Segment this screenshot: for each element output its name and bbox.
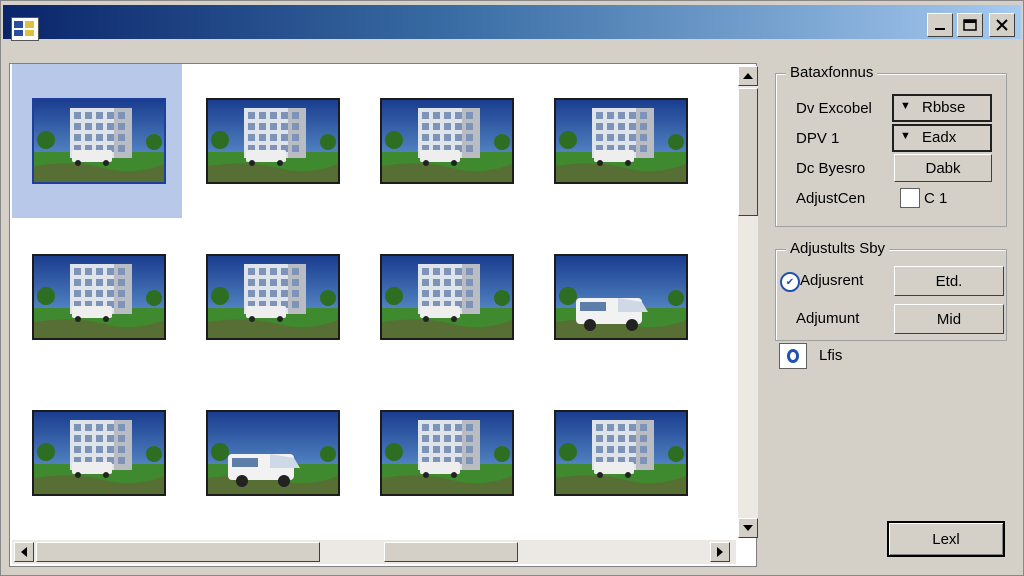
thumbnail-image xyxy=(34,256,164,338)
setting-label-1: Dv Excobel xyxy=(796,100,872,117)
scroll-down-button[interactable] xyxy=(738,518,758,538)
thumbnail-frame xyxy=(554,410,688,496)
thumbnail-item[interactable] xyxy=(360,64,530,218)
minimize-icon xyxy=(935,28,945,30)
thumbnail-image xyxy=(556,100,686,182)
close-button[interactable] xyxy=(989,13,1015,37)
thumbnail-item[interactable] xyxy=(12,376,182,530)
adjustment-button-1[interactable]: Etd. xyxy=(894,266,1004,296)
thumbnail-image xyxy=(34,412,164,494)
vertical-scroll-thumb[interactable] xyxy=(738,88,758,216)
thumbnail-frame xyxy=(380,254,514,340)
setting-dropdown-2[interactable]: ▼ Eadx xyxy=(892,124,992,152)
setting-button[interactable]: Dabk xyxy=(894,154,992,182)
arrow-up-icon xyxy=(743,73,753,79)
scroll-up-button[interactable] xyxy=(738,66,758,86)
setting-label-3: Dc Byesro xyxy=(796,160,866,177)
thumbnail-frame xyxy=(32,98,166,184)
arrow-down-icon xyxy=(743,525,753,531)
adjustment-label-1: Adjusrent xyxy=(800,272,864,289)
thumbnail-item[interactable] xyxy=(186,64,356,218)
maximize-icon xyxy=(963,19,977,31)
thumbnail-image xyxy=(382,100,512,182)
primary-button[interactable]: Lexl xyxy=(887,521,1005,557)
thumbnail-frame xyxy=(32,254,166,340)
minimize-button[interactable] xyxy=(927,13,953,37)
app-icon[interactable] xyxy=(11,17,39,41)
thumbnail-item[interactable] xyxy=(12,64,182,218)
thumbnail-item[interactable] xyxy=(534,376,704,530)
thumbnail-image xyxy=(556,256,686,338)
thumbnail-image xyxy=(556,412,686,494)
settings-group-legend: Bataxfonnus xyxy=(786,64,878,81)
thumbnail-item[interactable] xyxy=(360,220,530,374)
thumbnail-image xyxy=(208,256,338,338)
adjustment-button-2[interactable]: Mid xyxy=(894,304,1004,334)
dropdown-value: Rbbse xyxy=(922,99,966,116)
horizontal-scroll-thumb-left[interactable] xyxy=(36,542,320,562)
thumbnail-frame xyxy=(554,98,688,184)
thumbnail-image xyxy=(208,100,338,182)
thumbnail-image xyxy=(382,412,512,494)
thumbnail-frame xyxy=(32,410,166,496)
dropdown-arrow-icon: ▼ xyxy=(900,100,911,112)
thumbnail-item[interactable] xyxy=(186,220,356,374)
title-bar[interactable] xyxy=(3,5,1021,41)
thumbnail-frame xyxy=(206,254,340,340)
thumbnail-pane xyxy=(9,63,758,567)
adjustment-radio-1[interactable]: ✔ xyxy=(780,272,800,292)
thumbnail-item[interactable] xyxy=(12,220,182,374)
scroll-left-button[interactable] xyxy=(14,542,34,562)
list-option-toggle[interactable] xyxy=(779,343,807,369)
app-window: Bataxfonnus Dv Excobel DPV 1 Dc Byesro A… xyxy=(0,0,1024,576)
list-option-label: Lfis xyxy=(819,347,843,364)
settings-group: Bataxfonnus Dv Excobel DPV 1 Dc Byesro A… xyxy=(775,64,1007,227)
horizontal-scrollbar[interactable] xyxy=(12,540,736,564)
arrow-left-icon xyxy=(21,547,27,557)
thumbnail-frame xyxy=(554,254,688,340)
setting-label-2: DPV 1 xyxy=(796,130,840,147)
horizontal-scroll-thumb-right[interactable] xyxy=(384,542,518,562)
vertical-scrollbar[interactable] xyxy=(738,66,758,538)
thumbnail-frame xyxy=(206,98,340,184)
thumbnail-item[interactable] xyxy=(534,220,704,374)
circle-icon xyxy=(787,349,799,363)
maximize-button[interactable] xyxy=(957,13,983,37)
thumbnail-image xyxy=(208,412,338,494)
thumbnail-item[interactable] xyxy=(360,376,530,530)
close-icon xyxy=(996,19,1008,31)
adjustments-group-legend: Adjustults Sby xyxy=(786,240,890,257)
thumbnail-frame xyxy=(380,410,514,496)
checkbox-label: C 1 xyxy=(924,190,948,207)
thumbnail-frame xyxy=(380,98,514,184)
dropdown-value: Eadx xyxy=(922,129,957,146)
setting-checkbox[interactable] xyxy=(900,188,920,208)
thumbnail-item[interactable] xyxy=(186,376,356,530)
scroll-right-button[interactable] xyxy=(710,542,730,562)
setting-label-4: AdjustCen xyxy=(796,190,866,207)
adjustment-label-2: Adjumunt xyxy=(796,310,860,327)
adjustments-group: Adjustults Sby ✔ Adjusrent Adjumunt Etd.… xyxy=(775,240,1007,341)
setting-dropdown-1[interactable]: ▼ Rbbse xyxy=(892,94,992,122)
thumbnail-image xyxy=(34,100,164,182)
thumbnail-image xyxy=(382,256,512,338)
arrow-right-icon xyxy=(717,547,723,557)
thumbnail-item[interactable] xyxy=(534,64,704,218)
dropdown-arrow-icon: ▼ xyxy=(900,130,911,142)
thumbnail-frame xyxy=(206,410,340,496)
